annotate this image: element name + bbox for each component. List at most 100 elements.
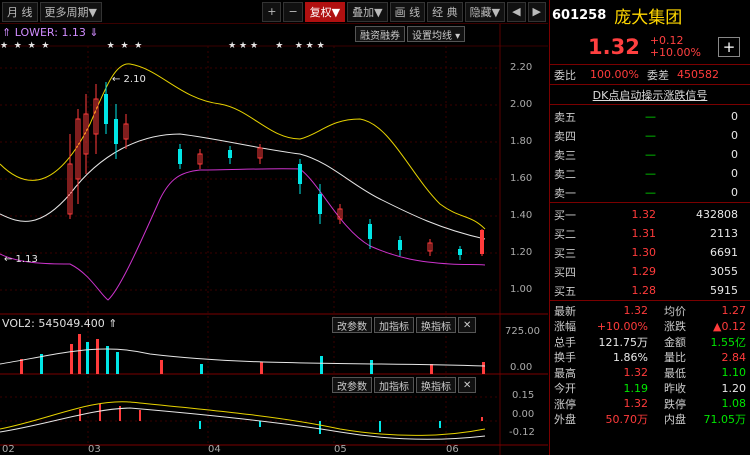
classic-button[interactable]: 经 典: [427, 1, 463, 22]
stat-value: 1.27: [721, 304, 747, 318]
lower-band-line: [0, 168, 486, 301]
switch-indicator-button[interactable]: 换指标: [416, 377, 456, 393]
main-chart-buttons: 融资融券 设置均线 ▾: [355, 26, 466, 42]
prev-arrow-icon[interactable]: ◀: [507, 1, 526, 22]
stat-value: 71.05万: [703, 413, 747, 427]
stat-value: 1.86%: [613, 350, 648, 364]
ask-book: 卖五 —0 卖四 —0 卖三 —0 卖二 —0 卖一 —0: [550, 104, 750, 202]
stat-label: 金额: [664, 335, 686, 349]
add-watchlist-icon[interactable]: +: [718, 37, 740, 57]
weicha-label: 委差: [646, 68, 669, 82]
stat-value: 50.70万: [605, 413, 649, 427]
macd-tick: -0.12: [509, 427, 535, 438]
add-indicator-button[interactable]: 加指标: [374, 377, 414, 393]
ma-settings-dropdown[interactable]: 设置均线 ▾: [407, 26, 466, 42]
bid-book: 买一 1.32 432808 买二 1.31 2113 买三 1.30 6691 买四 1.2…: [550, 202, 750, 300]
order-book-row: 买一 1.32 432808: [554, 208, 738, 222]
stock-code: 601258: [552, 7, 607, 23]
stat-row: 最新 1.32 均价 1.27: [550, 303, 750, 319]
stat-value: 2.84: [721, 350, 747, 364]
stat-value: 1.32: [623, 366, 649, 380]
hide-dropdown[interactable]: 隐藏▼: [464, 1, 506, 22]
close-icon[interactable]: ✕: [458, 377, 477, 393]
stat-label: 量比: [664, 351, 686, 365]
stat-label: 涨幅: [554, 320, 576, 334]
price-row: 1.32 +0.12 +10.00% +: [550, 30, 750, 64]
draw-line-button[interactable]: 画 线: [389, 1, 426, 22]
stat-value: 1.19: [623, 381, 649, 395]
order-book-row: 卖三 —0: [554, 148, 738, 162]
stat-label: 总手: [554, 335, 576, 349]
add-indicator-button[interactable]: 加指标: [374, 317, 414, 333]
month-tick: 05: [334, 444, 347, 455]
stat-label: 今开: [554, 382, 576, 396]
fuquan-dropdown[interactable]: 复权▼: [304, 1, 346, 22]
margin-trading-button[interactable]: 融资融券: [355, 26, 405, 42]
stat-value: 121.75万: [598, 335, 649, 349]
order-book-row: 卖二 —0: [554, 167, 738, 181]
more-periods-dropdown[interactable]: 更多周期▼: [39, 1, 102, 22]
zoom-in-button[interactable]: +: [262, 1, 282, 22]
price-tick: 2.20: [510, 62, 533, 73]
stat-label: 内盘: [664, 413, 686, 427]
dk-signal-link[interactable]: DK点启动操示涨跌信号: [550, 84, 750, 104]
price-tick: 1.80: [510, 136, 533, 147]
stat-row: 总手 121.75万 金额 1.55亿: [550, 334, 750, 350]
volume-tick: 725.00: [505, 326, 540, 337]
stat-value: ▲0.12: [713, 319, 746, 333]
stat-label: 昨收: [664, 382, 686, 396]
stat-row: 外盘 50.70万 内盘 71.05万: [550, 412, 750, 428]
stat-row: 今开 1.19 昨收 1.20: [550, 381, 750, 397]
macd-panel-buttons: 改参数 加指标 换指标 ✕: [332, 377, 477, 393]
stat-row: 最高 1.32 最低 1.10: [550, 365, 750, 381]
low-price-label: ← 1.13: [4, 254, 38, 265]
stat-label: 外盘: [554, 413, 576, 427]
macd-tick: 0.00: [512, 409, 535, 420]
price-tick: 1.00: [510, 284, 533, 295]
switch-indicator-button[interactable]: 换指标: [416, 317, 456, 333]
price-change: +0.12 +10.00%: [650, 35, 701, 59]
stat-label: 跌停: [664, 397, 686, 411]
zoom-out-button[interactable]: −: [283, 1, 303, 22]
change-params-button[interactable]: 改参数: [332, 317, 372, 333]
price-tick: 1.40: [510, 210, 533, 221]
weicha-value: 450582: [676, 68, 719, 81]
stock-header: 601258 庞大集团: [550, 0, 750, 30]
order-book-row: 卖一 —0: [554, 186, 738, 200]
stars-row: ★ ★ ★ ★ ★ ★ ★ ★ ★ ★ ★ ★ ★ ★: [0, 41, 325, 51]
quote-stats: 最新 1.32 均价 1.27 涨幅 +10.00% 涨跌 ▲0.12 总手 121.75万 金额 1…: [550, 300, 750, 427]
ma-line: [0, 133, 486, 240]
order-book-row: 卖四 —0: [554, 129, 738, 143]
high-price-label: ← 2.10: [112, 74, 146, 85]
macd-tick: 0.15: [512, 390, 535, 401]
stat-value: 1.32: [623, 304, 649, 318]
month-tick: 06: [446, 444, 459, 455]
chart-toolbar: 月 线 更多周期▼ + − 复权▼ 叠加▼ 画 线 经 典 隐藏▼ ◀ ▶: [0, 0, 548, 24]
stat-row: 涨停 1.32 跌停 1.08: [550, 396, 750, 412]
stat-row: 涨幅 +10.00% 涨跌 ▲0.12: [550, 319, 750, 335]
change-pct: +10.00%: [649, 46, 701, 59]
month-tick: 03: [88, 444, 101, 455]
stat-label: 最低: [664, 366, 686, 380]
stat-label: 均价: [664, 304, 686, 318]
order-book-row: 卖五 —0: [554, 110, 738, 124]
month-tick: 04: [208, 444, 221, 455]
order-book-row: 买二 1.31 2113: [554, 227, 738, 241]
volume-label: VOL2: 545049.400 ⇑: [2, 317, 118, 330]
weibi-value: 100.00%: [590, 68, 639, 81]
change-params-button[interactable]: 改参数: [332, 377, 372, 393]
period-button[interactable]: 月 线: [2, 1, 38, 22]
stat-value: 1.08: [721, 397, 747, 411]
stat-label: 涨跌: [664, 320, 686, 334]
stock-name: 庞大集团: [614, 7, 683, 28]
weibi-row: 委比 100.00% 委差 450582: [550, 64, 750, 84]
volume-tick: 0.00: [510, 362, 533, 373]
overlay-dropdown[interactable]: 叠加▼: [347, 1, 388, 22]
next-arrow-icon[interactable]: ▶: [527, 1, 546, 22]
kline-chart-panel[interactable]: ★ ★ ★ ★ ★ ★ ★ ★ ★ ★ ★ ★ ★ ★ ⇑ LOWER: 1.1…: [0, 24, 548, 455]
stat-value: 1.32: [623, 397, 649, 411]
close-icon[interactable]: ✕: [458, 317, 477, 333]
volume-panel-buttons: 改参数 加指标 换指标 ✕: [332, 317, 477, 333]
upper-band-line: [0, 63, 486, 230]
order-book-row: 买四 1.29 3055: [554, 265, 738, 279]
